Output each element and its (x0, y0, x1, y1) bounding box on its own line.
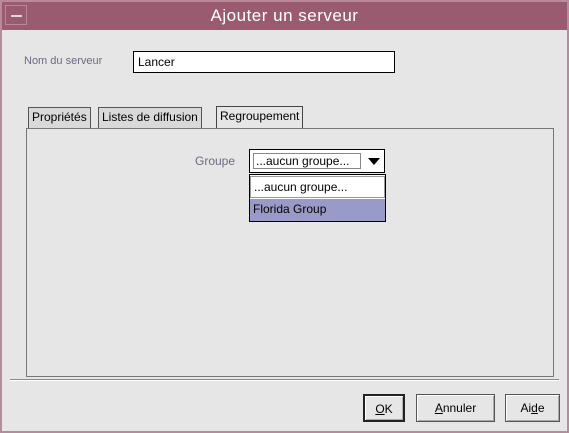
dropdown-option-no-group[interactable]: ...aucun groupe... (250, 176, 385, 198)
group-select[interactable]: ...aucun groupe... (249, 149, 385, 173)
group-dropdown-list: ...aucun groupe... Florida Group (249, 174, 386, 222)
window-title: Ajouter un serveur (210, 6, 359, 25)
ok-button[interactable]: OK (363, 394, 405, 422)
chevron-down-icon[interactable] (368, 158, 380, 165)
group-select-value: ...aucun groupe... (253, 153, 361, 169)
add-server-dialog: Ajouter un serveur Nom du serveur Lancer… (0, 0, 569, 433)
tab-properties[interactable]: Propriétés (28, 107, 91, 128)
tab-grouping[interactable]: Regroupement (216, 106, 304, 129)
group-label: Groupe (195, 154, 236, 168)
server-name-input[interactable]: Lancer (133, 51, 395, 73)
title-bar: Ajouter un serveur (2, 2, 567, 30)
tab-mailing-lists[interactable]: Listes de diffusion (98, 107, 202, 128)
cancel-button[interactable]: Annuler (416, 394, 495, 422)
server-name-label: Nom du serveur (24, 55, 103, 67)
help-button[interactable]: Aide (505, 394, 560, 422)
button-separator (10, 379, 559, 381)
dropdown-option-florida-group[interactable]: Florida Group (250, 199, 385, 221)
